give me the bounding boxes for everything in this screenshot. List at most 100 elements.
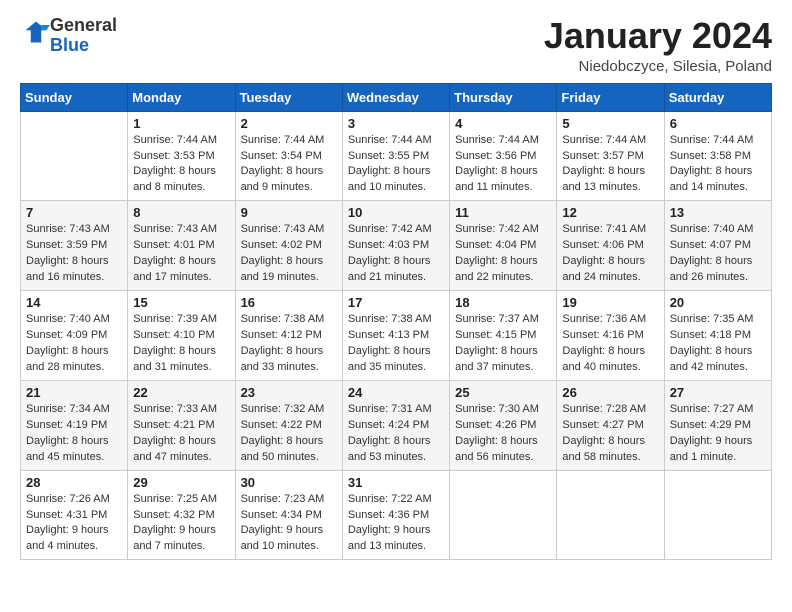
day-info: Sunrise: 7:31 AM Sunset: 4:24 PM Dayligh… [348,402,444,466]
day-number: 21 [26,385,122,400]
day-info: Sunrise: 7:40 AM Sunset: 4:09 PM Dayligh… [26,312,122,376]
sunset-label: Sunset: 3:54 PM [241,150,322,162]
day-number: 31 [348,475,444,490]
calendar-cell: 7 Sunrise: 7:43 AM Sunset: 3:59 PM Dayli… [21,201,128,291]
calendar-cell: 26 Sunrise: 7:28 AM Sunset: 4:27 PM Dayl… [557,380,664,470]
sunset-label: Sunset: 4:01 PM [133,239,214,251]
calendar-cell: 12 Sunrise: 7:41 AM Sunset: 4:06 PM Dayl… [557,201,664,291]
daylight-label: Daylight: 8 hours and 22 minutes. [455,255,538,283]
sunset-label: Sunset: 3:58 PM [670,150,751,162]
day-info: Sunrise: 7:35 AM Sunset: 4:18 PM Dayligh… [670,312,766,376]
day-info: Sunrise: 7:44 AM Sunset: 3:55 PM Dayligh… [348,133,444,197]
calendar-cell [557,470,664,560]
calendar-cell: 11 Sunrise: 7:42 AM Sunset: 4:04 PM Dayl… [450,201,557,291]
daylight-label: Daylight: 8 hours and 10 minutes. [348,165,431,193]
sunset-label: Sunset: 4:22 PM [241,419,322,431]
title-block: January 2024 Niedobczyce, Silesia, Polan… [544,16,772,75]
day-info: Sunrise: 7:44 AM Sunset: 3:57 PM Dayligh… [562,133,658,197]
sunrise-label: Sunrise: 7:34 AM [26,403,110,415]
sunset-label: Sunset: 4:13 PM [348,329,429,341]
calendar-cell: 15 Sunrise: 7:39 AM Sunset: 4:10 PM Dayl… [128,291,235,381]
daylight-label: Daylight: 9 hours and 4 minutes. [26,524,109,552]
daylight-label: Daylight: 8 hours and 28 minutes. [26,345,109,373]
day-info: Sunrise: 7:27 AM Sunset: 4:29 PM Dayligh… [670,402,766,466]
day-info: Sunrise: 7:41 AM Sunset: 4:06 PM Dayligh… [562,222,658,286]
sunset-label: Sunset: 4:16 PM [562,329,643,341]
sunrise-label: Sunrise: 7:44 AM [241,134,325,146]
daylight-label: Daylight: 8 hours and 31 minutes. [133,345,216,373]
sunrise-label: Sunrise: 7:43 AM [133,223,217,235]
day-info: Sunrise: 7:26 AM Sunset: 4:31 PM Dayligh… [26,492,122,556]
sunset-label: Sunset: 4:02 PM [241,239,322,251]
day-info: Sunrise: 7:40 AM Sunset: 4:07 PM Dayligh… [670,222,766,286]
day-number: 15 [133,295,229,310]
calendar-cell: 18 Sunrise: 7:37 AM Sunset: 4:15 PM Dayl… [450,291,557,381]
page-header: General Blue January 2024 Niedobczyce, S… [20,16,772,75]
sunrise-label: Sunrise: 7:43 AM [241,223,325,235]
sunrise-label: Sunrise: 7:22 AM [348,493,432,505]
sunset-label: Sunset: 4:09 PM [26,329,107,341]
calendar-cell: 25 Sunrise: 7:30 AM Sunset: 4:26 PM Dayl… [450,380,557,470]
calendar-cell: 13 Sunrise: 7:40 AM Sunset: 4:07 PM Dayl… [664,201,771,291]
sunset-label: Sunset: 4:07 PM [670,239,751,251]
sunset-label: Sunset: 4:31 PM [26,509,107,521]
sunrise-label: Sunrise: 7:43 AM [26,223,110,235]
sunrise-label: Sunrise: 7:26 AM [26,493,110,505]
day-number: 11 [455,205,551,220]
calendar-cell: 5 Sunrise: 7:44 AM Sunset: 3:57 PM Dayli… [557,111,664,201]
sunset-label: Sunset: 4:24 PM [348,419,429,431]
day-number: 1 [133,116,229,131]
daylight-label: Daylight: 8 hours and 17 minutes. [133,255,216,283]
day-info: Sunrise: 7:42 AM Sunset: 4:03 PM Dayligh… [348,222,444,286]
daylight-label: Daylight: 8 hours and 11 minutes. [455,165,538,193]
day-info: Sunrise: 7:44 AM Sunset: 3:54 PM Dayligh… [241,133,337,197]
day-number: 20 [670,295,766,310]
weekday-header-row: SundayMondayTuesdayWednesdayThursdayFrid… [21,83,772,111]
day-number: 13 [670,205,766,220]
calendar-cell: 3 Sunrise: 7:44 AM Sunset: 3:55 PM Dayli… [342,111,449,201]
daylight-label: Daylight: 8 hours and 40 minutes. [562,345,645,373]
calendar-cell: 24 Sunrise: 7:31 AM Sunset: 4:24 PM Dayl… [342,380,449,470]
day-number: 22 [133,385,229,400]
sunset-label: Sunset: 4:32 PM [133,509,214,521]
day-number: 12 [562,205,658,220]
calendar-cell: 8 Sunrise: 7:43 AM Sunset: 4:01 PM Dayli… [128,201,235,291]
daylight-label: Daylight: 8 hours and 33 minutes. [241,345,324,373]
daylight-label: Daylight: 8 hours and 21 minutes. [348,255,431,283]
sunset-label: Sunset: 4:15 PM [455,329,536,341]
daylight-label: Daylight: 8 hours and 16 minutes. [26,255,109,283]
calendar-cell [21,111,128,201]
sunset-label: Sunset: 4:04 PM [455,239,536,251]
calendar-cell: 29 Sunrise: 7:25 AM Sunset: 4:32 PM Dayl… [128,470,235,560]
day-info: Sunrise: 7:33 AM Sunset: 4:21 PM Dayligh… [133,402,229,466]
weekday-header-wednesday: Wednesday [342,83,449,111]
sunset-label: Sunset: 4:29 PM [670,419,751,431]
day-number: 29 [133,475,229,490]
day-info: Sunrise: 7:22 AM Sunset: 4:36 PM Dayligh… [348,492,444,556]
day-info: Sunrise: 7:30 AM Sunset: 4:26 PM Dayligh… [455,402,551,466]
day-number: 17 [348,295,444,310]
logo-icon [22,18,50,46]
weekday-header-monday: Monday [128,83,235,111]
day-number: 4 [455,116,551,131]
daylight-label: Daylight: 8 hours and 37 minutes. [455,345,538,373]
daylight-label: Daylight: 8 hours and 45 minutes. [26,435,109,463]
sunrise-label: Sunrise: 7:42 AM [348,223,432,235]
calendar-cell: 31 Sunrise: 7:22 AM Sunset: 4:36 PM Dayl… [342,470,449,560]
daylight-label: Daylight: 8 hours and 19 minutes. [241,255,324,283]
daylight-label: Daylight: 9 hours and 1 minute. [670,435,753,463]
sunset-label: Sunset: 4:27 PM [562,419,643,431]
weekday-header-friday: Friday [557,83,664,111]
day-number: 16 [241,295,337,310]
day-number: 27 [670,385,766,400]
calendar-cell: 22 Sunrise: 7:33 AM Sunset: 4:21 PM Dayl… [128,380,235,470]
day-info: Sunrise: 7:43 AM Sunset: 4:01 PM Dayligh… [133,222,229,286]
sunrise-label: Sunrise: 7:41 AM [562,223,646,235]
calendar-cell: 4 Sunrise: 7:44 AM Sunset: 3:56 PM Dayli… [450,111,557,201]
logo: General Blue [20,16,117,56]
day-info: Sunrise: 7:44 AM Sunset: 3:58 PM Dayligh… [670,133,766,197]
sunset-label: Sunset: 4:12 PM [241,329,322,341]
calendar-week-row: 28 Sunrise: 7:26 AM Sunset: 4:31 PM Dayl… [21,470,772,560]
weekday-header-thursday: Thursday [450,83,557,111]
day-number: 7 [26,205,122,220]
